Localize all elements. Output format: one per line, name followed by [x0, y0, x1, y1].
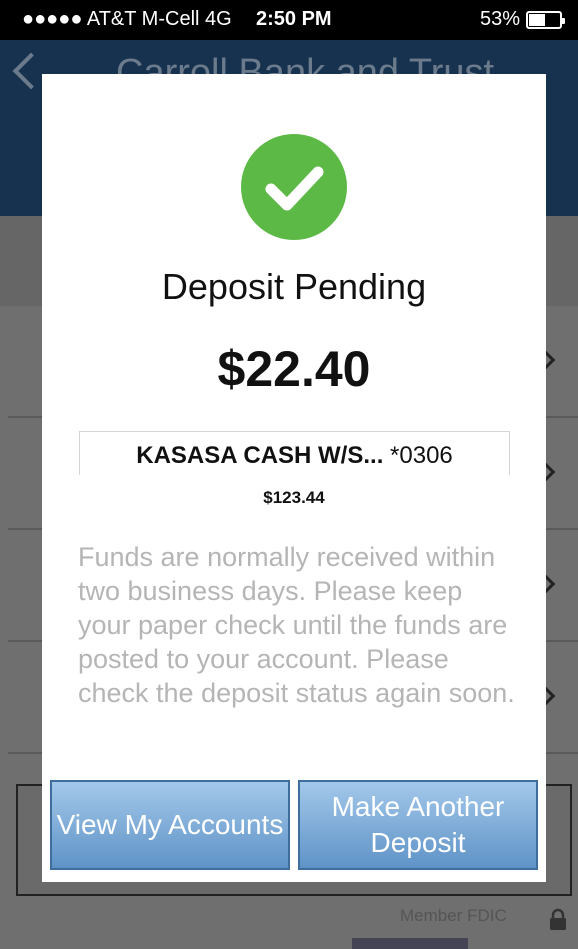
deposit-pending-dialog: Deposit Pending $22.40 KASASA CASH W/S..… [42, 74, 546, 882]
make-another-deposit-button[interactable]: Make Another Deposit [298, 780, 538, 870]
battery-status: 53% [479, 8, 565, 31]
dialog-title: Deposit Pending [161, 266, 427, 307]
battery-fill [529, 13, 545, 26]
battery-percent: 53% [479, 8, 520, 30]
view-my-accounts-button[interactable]: View My Accounts [50, 780, 290, 870]
tab-indicator [352, 938, 468, 949]
account-balance: $123.44 [263, 488, 325, 507]
carrier-label: ●●●●● AT&T M-Cell 4G [22, 8, 232, 30]
lock-icon [550, 908, 566, 930]
account-name: KASASA CASH W/S... [136, 442, 384, 469]
deposit-message: Funds are normally received within two b… [78, 542, 515, 708]
member-fdic-label: Member FDIC [400, 906, 507, 925]
account-number: *0306 [390, 442, 453, 469]
status-bar: ●●●●● AT&T M-Cell 4G 2:50 PM 53% [0, 0, 578, 40]
battery-icon [526, 10, 565, 29]
deposit-amount: $22.40 [217, 341, 371, 397]
account-summary: KASASA CASH W/S... *0306 [79, 431, 510, 475]
success-check-icon [241, 134, 347, 240]
clock: 2:50 PM [256, 8, 332, 30]
